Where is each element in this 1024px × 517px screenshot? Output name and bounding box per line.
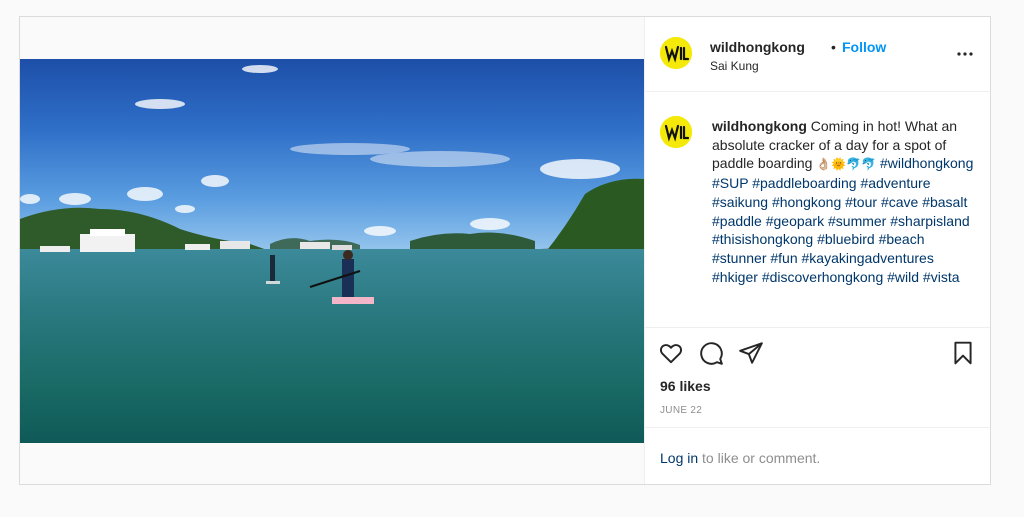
post-caption: wildhongkong Coming in hot! What an abso…	[712, 117, 974, 286]
hashtag-link[interactable]: #vista	[923, 269, 960, 285]
hashtag-link[interactable]: #SUP	[712, 175, 748, 191]
hashtag-link[interactable]: #basalt	[922, 194, 967, 210]
caption-emojis: 👌🏼🌞🐬🐬	[816, 157, 877, 172]
login-prompt: Log in to like or comment.	[644, 427, 990, 484]
hashtag-link[interactable]: #thisishongkong	[712, 231, 813, 247]
login-rest-text: to like or comment.	[698, 450, 821, 466]
hashtag-link[interactable]: #fun	[770, 250, 797, 266]
hashtag-list: #wildhongkong #SUP #paddleboarding #adve…	[712, 155, 973, 284]
comment-icon[interactable]	[698, 340, 724, 366]
hashtag-link[interactable]: #paddleboarding	[752, 175, 856, 191]
hashtag-link[interactable]: #geopark	[766, 213, 824, 229]
heart-icon[interactable]	[658, 340, 684, 366]
hashtag-link[interactable]: #saikung	[712, 194, 768, 210]
caption-username[interactable]: wildhongkong	[712, 118, 807, 134]
action-bar	[644, 328, 990, 378]
hashtag-link[interactable]: #hongkong	[772, 194, 841, 210]
hashtag-link[interactable]: #stunner	[712, 250, 766, 266]
post-date[interactable]: JUNE 22	[660, 405, 702, 416]
hashtag-link[interactable]: #beach	[879, 231, 925, 247]
more-options-icon[interactable]	[956, 45, 974, 63]
post-card: wildhongkong • Follow Sai Kung wildhongk…	[19, 16, 991, 485]
hashtag-link[interactable]: #discoverhongkong	[762, 269, 883, 285]
post-username[interactable]: wildhongkong	[710, 39, 805, 55]
caption-avatar[interactable]	[660, 116, 692, 148]
post-location[interactable]: Sai Kung	[710, 59, 759, 73]
share-icon[interactable]	[738, 340, 764, 366]
hashtag-link[interactable]: #wildhongkong	[880, 155, 973, 171]
follow-button[interactable]: Follow	[842, 39, 886, 55]
login-row: Log in to like or comment.	[660, 450, 820, 466]
hashtag-link[interactable]: #kayakingadventures	[802, 250, 934, 266]
avatar[interactable]	[660, 37, 692, 69]
hashtag-link[interactable]: #wild	[887, 269, 919, 285]
post-media	[20, 17, 645, 484]
hashtag-link[interactable]: #adventure	[860, 175, 930, 191]
login-link[interactable]: Log in	[660, 450, 698, 466]
post-header: wildhongkong • Follow Sai Kung	[644, 17, 990, 92]
hashtag-link[interactable]: #bluebird	[817, 231, 875, 247]
hashtag-link[interactable]: #sharpisland	[890, 213, 969, 229]
hashtag-link[interactable]: #tour	[845, 194, 877, 210]
separator-dot: •	[831, 39, 836, 55]
wild-logo-icon	[660, 116, 692, 148]
post-photo[interactable]	[20, 59, 644, 443]
hashtag-link[interactable]: #hkiger	[712, 269, 758, 285]
hashtag-link[interactable]: #paddle	[712, 213, 762, 229]
post-panel: wildhongkong • Follow Sai Kung wildhongk…	[644, 17, 990, 484]
like-count[interactable]: 96 likes	[660, 378, 711, 394]
comments-area: wildhongkong Coming in hot! What an abso…	[644, 92, 990, 328]
bookmark-icon[interactable]	[950, 340, 976, 366]
hashtag-link[interactable]: #summer	[828, 213, 886, 229]
wild-logo-icon	[660, 37, 692, 69]
hashtag-link[interactable]: #cave	[881, 194, 918, 210]
